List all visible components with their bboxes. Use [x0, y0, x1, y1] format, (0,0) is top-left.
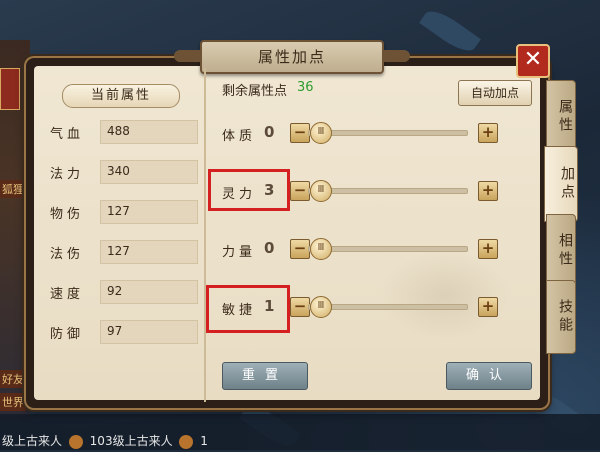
stat-value: 340 [107, 164, 130, 178]
player-avatar-icon [68, 434, 83, 449]
chat-message: 级上古来人 103级上古来人 1 [2, 432, 208, 449]
remaining-points-label: 剩余属性点 [222, 84, 288, 99]
player-avatar-icon [179, 434, 194, 449]
increase-button[interactable]: + [478, 239, 498, 259]
increase-button[interactable]: + [478, 181, 498, 201]
tab-attributes[interactable]: 属性 [546, 80, 576, 154]
stat-value-box: 488 [100, 120, 198, 144]
stat-value: 97 [107, 324, 123, 338]
stat-value-box: 97 [100, 320, 198, 344]
slider-track[interactable] [308, 304, 468, 310]
stat-label: 法力 [50, 167, 85, 182]
stat-label: 物伤 [50, 207, 85, 222]
slider-handle[interactable]: Ⅲ [310, 238, 332, 260]
alloc-label: 力量 [222, 245, 257, 260]
world-chat-tab[interactable]: 世界 [0, 393, 26, 411]
stat-label: 气血 [50, 127, 85, 142]
stat-value-box: 127 [100, 240, 198, 264]
confirm-button[interactable]: 确认 [446, 362, 532, 390]
stat-label: 法伤 [50, 247, 85, 262]
stat-value: 127 [107, 244, 130, 258]
stat-row-physical-damage: 物伤 127 [34, 200, 204, 224]
left-hud-tag[interactable] [0, 68, 20, 110]
stat-row-speed: 速度 92 [34, 280, 204, 304]
alloc-row-strength: 力量 0 − Ⅲ + [222, 238, 502, 262]
highlight-box-agility [206, 285, 290, 333]
current-attributes-panel: 当前属性 气血 488 法力 340 物伤 127 法伤 127 速度 92 防… [34, 68, 206, 402]
auto-allocate-button[interactable]: 自动加点 [458, 80, 532, 106]
decrease-button[interactable]: − [290, 297, 310, 317]
tab-affinity[interactable]: 相性 [546, 214, 576, 288]
chat-text-a: 级上古来人 [2, 434, 63, 448]
stat-row-mp: 法力 340 [34, 160, 204, 184]
alloc-label: 体质 [222, 129, 257, 144]
alloc-value: 0 [264, 123, 275, 141]
stat-label: 速度 [50, 287, 85, 302]
dialog-title: 属性加点 [174, 40, 410, 74]
slider-track[interactable] [308, 188, 468, 194]
stat-value: 488 [107, 124, 130, 138]
current-attributes-header: 当前属性 [62, 84, 180, 108]
friends-button[interactable]: 好友 [0, 370, 26, 388]
chat-text-b: 103级上古来人 [89, 434, 173, 448]
alloc-value: 0 [264, 239, 275, 257]
decrease-button[interactable]: − [290, 239, 310, 259]
close-button[interactable]: ✕ [516, 44, 550, 78]
decrease-button[interactable]: − [290, 123, 310, 143]
reset-button[interactable]: 重置 [222, 362, 308, 390]
stat-label: 防御 [50, 327, 85, 342]
dialog-watermark [380, 250, 510, 340]
stat-value: 127 [107, 204, 130, 218]
remaining-points-value: 36 [297, 80, 314, 95]
left-hud-label-fox[interactable]: 狐狸 [0, 180, 26, 198]
stat-value-box: 127 [100, 200, 198, 224]
background-leaf [419, 4, 481, 58]
stat-value: 92 [107, 284, 123, 298]
chat-text-c: 1 [200, 434, 208, 448]
increase-button[interactable]: + [478, 123, 498, 143]
slider-handle[interactable]: Ⅲ [310, 122, 332, 144]
stat-row-magic-damage: 法伤 127 [34, 240, 204, 264]
slider-handle[interactable]: Ⅲ [310, 296, 332, 318]
highlight-box-spirit [208, 169, 290, 211]
chat-bar[interactable]: 级上古来人 103级上古来人 1 [0, 414, 600, 450]
decrease-button[interactable]: − [290, 181, 310, 201]
tab-allocate-points[interactable]: 加点 [544, 146, 578, 222]
slider-handle[interactable]: Ⅲ [310, 180, 332, 202]
increase-button[interactable]: + [478, 297, 498, 317]
stat-row-defense: 防御 97 [34, 320, 204, 344]
slider-track[interactable] [308, 246, 468, 252]
stat-value-box: 340 [100, 160, 198, 184]
alloc-row-constitution: 体质 0 − Ⅲ + [222, 122, 502, 146]
stat-value-box: 92 [100, 280, 198, 304]
slider-track[interactable] [308, 130, 468, 136]
tab-skills[interactable]: 技能 [546, 280, 576, 354]
stat-row-hp: 气血 488 [34, 120, 204, 144]
